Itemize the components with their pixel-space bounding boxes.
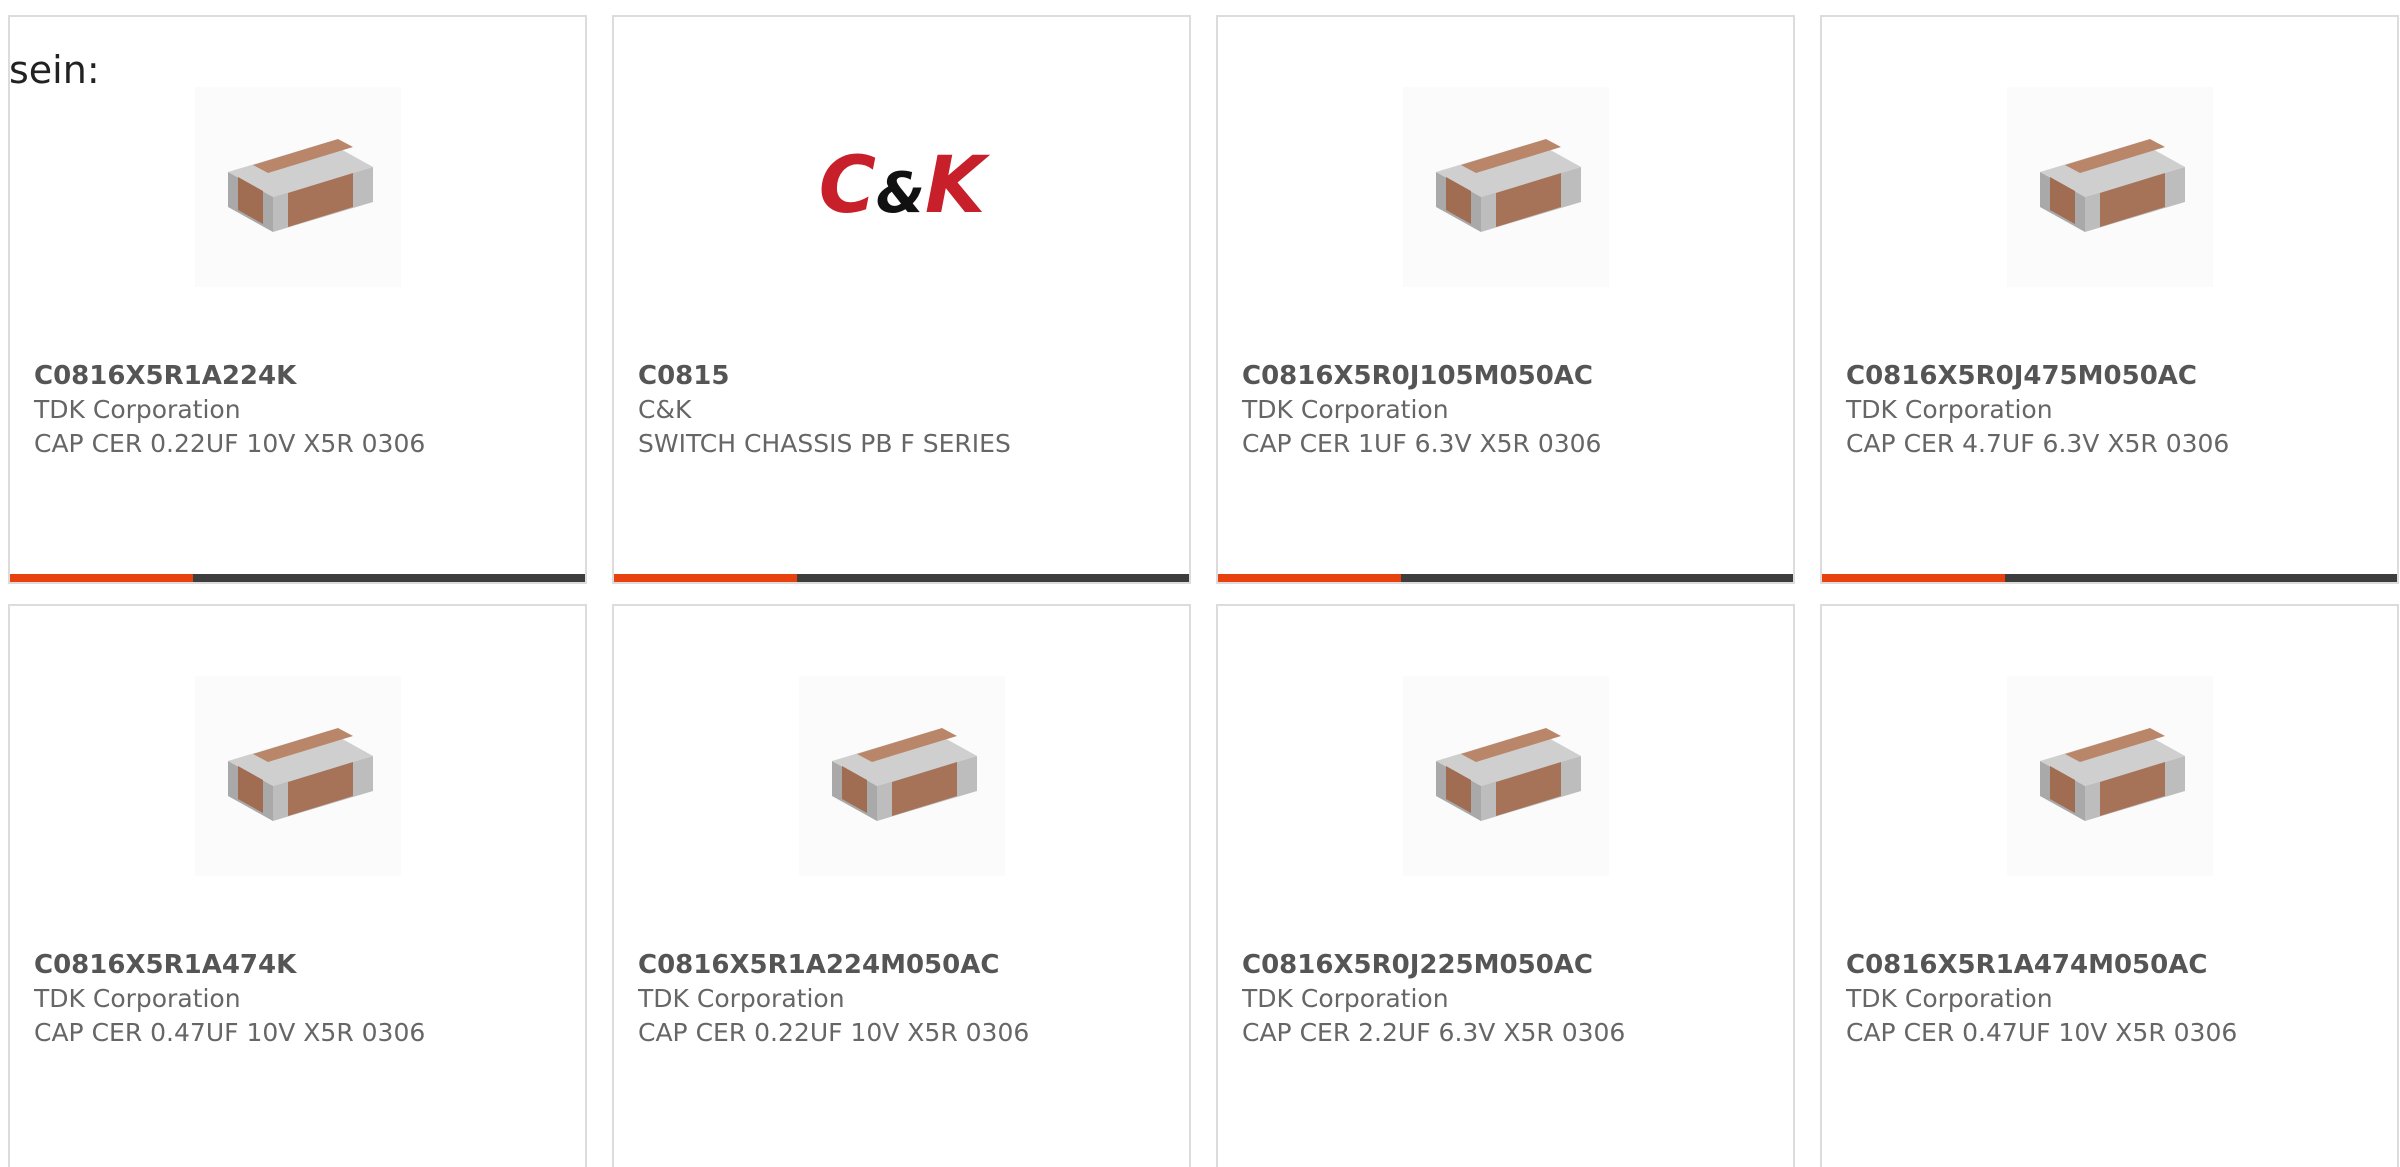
capacitor-chip-image[interactable] (1403, 676, 1609, 876)
capacitor-chip-icon (832, 728, 977, 821)
card-bar-track (193, 574, 585, 582)
part-number[interactable]: C0816X5R1A224M050AC (638, 948, 1179, 982)
product-grid: C0816X5R1A224K TDK Corporation CAP CER 0… (8, 15, 2400, 1167)
ck-logo-image[interactable]: C&K (799, 87, 1005, 287)
product-info: C0815 C&K SWITCH CHASSIS PB F SERIES (638, 359, 1179, 461)
capacitor-chip-image[interactable] (1403, 87, 1609, 287)
product-card[interactable]: C&K C0815 C&K SWITCH CHASSIS PB F SERIES (612, 15, 1191, 584)
manufacturer-name: TDK Corporation (638, 984, 845, 1013)
ck-logo-icon: C&K (819, 141, 991, 231)
part-number[interactable]: C0816X5R0J105M050AC (1242, 359, 1783, 393)
manufacturer-name: TDK Corporation (1846, 395, 2053, 424)
product-card[interactable]: C0816X5R1A224M050AC TDK Corporation CAP … (612, 604, 1191, 1167)
product-info: C0816X5R0J105M050AC TDK Corporation CAP … (1242, 359, 1783, 461)
part-number[interactable]: C0816X5R0J225M050AC (1242, 948, 1783, 982)
product-info: C0816X5R1A224M050AC TDK Corporation CAP … (638, 948, 1179, 1050)
card-bar-accent (1218, 574, 1401, 582)
card-bar-track (797, 574, 1189, 582)
capacitor-chip-image[interactable] (2007, 676, 2213, 876)
product-description: CAP CER 0.47UF 10V X5R 0306 (34, 1018, 426, 1047)
capacitor-chip-icon (228, 139, 373, 232)
capacitor-chip-icon (2040, 728, 2185, 821)
product-info: C0816X5R1A474K TDK Corporation CAP CER 0… (34, 948, 575, 1050)
capacitor-chip-image[interactable] (2007, 87, 2213, 287)
manufacturer-name: C&K (638, 395, 692, 424)
product-info: C0816X5R1A474M050AC TDK Corporation CAP … (1846, 948, 2387, 1050)
card-bar-accent (1822, 574, 2005, 582)
product-card[interactable]: C0816X5R1A224K TDK Corporation CAP CER 0… (8, 15, 587, 584)
product-card[interactable]: C0816X5R0J475M050AC TDK Corporation CAP … (1820, 15, 2399, 584)
product-card[interactable]: C0816X5R0J225M050AC TDK Corporation CAP … (1216, 604, 1795, 1167)
card-bar-accent (10, 574, 193, 582)
product-description: CAP CER 0.22UF 10V X5R 0306 (638, 1018, 1030, 1047)
manufacturer-name: TDK Corporation (1242, 395, 1449, 424)
card-bar-track (2005, 574, 2397, 582)
capacitor-chip-image[interactable] (195, 87, 401, 287)
product-description: CAP CER 1UF 6.3V X5R 0306 (1242, 429, 1602, 458)
manufacturer-name: TDK Corporation (34, 984, 241, 1013)
product-description: CAP CER 2.2UF 6.3V X5R 0306 (1242, 1018, 1626, 1047)
product-info: C0816X5R0J225M050AC TDK Corporation CAP … (1242, 948, 1783, 1050)
card-bottom-bar (614, 574, 1189, 582)
capacitor-chip-icon (1436, 728, 1581, 821)
card-bottom-bar (10, 574, 585, 582)
part-number[interactable]: C0816X5R0J475M050AC (1846, 359, 2387, 393)
product-info: C0816X5R1A224K TDK Corporation CAP CER 0… (34, 359, 575, 461)
page: sein: C0816X5R1A224K TDK Corporation CAP… (0, 0, 2400, 1167)
manufacturer-name: TDK Corporation (1846, 984, 2053, 1013)
part-number[interactable]: C0815 (638, 359, 1179, 393)
manufacturer-name: TDK Corporation (1242, 984, 1449, 1013)
card-bar-track (1401, 574, 1793, 582)
card-bottom-bar (1218, 574, 1793, 582)
part-number[interactable]: C0816X5R1A474K (34, 948, 575, 982)
svg-text:C&K: C&K (819, 141, 991, 231)
capacitor-chip-icon (1436, 139, 1581, 232)
card-bottom-bar (1822, 574, 2397, 582)
card-bar-accent (614, 574, 797, 582)
product-description: CAP CER 4.7UF 6.3V X5R 0306 (1846, 429, 2230, 458)
part-number[interactable]: C0816X5R1A224K (34, 359, 575, 393)
product-description: CAP CER 0.47UF 10V X5R 0306 (1846, 1018, 2238, 1047)
product-card[interactable]: C0816X5R0J105M050AC TDK Corporation CAP … (1216, 15, 1795, 584)
product-info: C0816X5R0J475M050AC TDK Corporation CAP … (1846, 359, 2387, 461)
capacitor-chip-image[interactable] (195, 676, 401, 876)
part-number[interactable]: C0816X5R1A474M050AC (1846, 948, 2387, 982)
product-description: CAP CER 0.22UF 10V X5R 0306 (34, 429, 426, 458)
capacitor-chip-icon (228, 728, 373, 821)
capacitor-chip-image[interactable] (799, 676, 1005, 876)
product-description: SWITCH CHASSIS PB F SERIES (638, 429, 1011, 458)
intro-text: sein: (9, 48, 100, 92)
capacitor-chip-icon (2040, 139, 2185, 232)
product-card[interactable]: C0816X5R1A474K TDK Corporation CAP CER 0… (8, 604, 587, 1167)
manufacturer-name: TDK Corporation (34, 395, 241, 424)
product-card[interactable]: C0816X5R1A474M050AC TDK Corporation CAP … (1820, 604, 2399, 1167)
